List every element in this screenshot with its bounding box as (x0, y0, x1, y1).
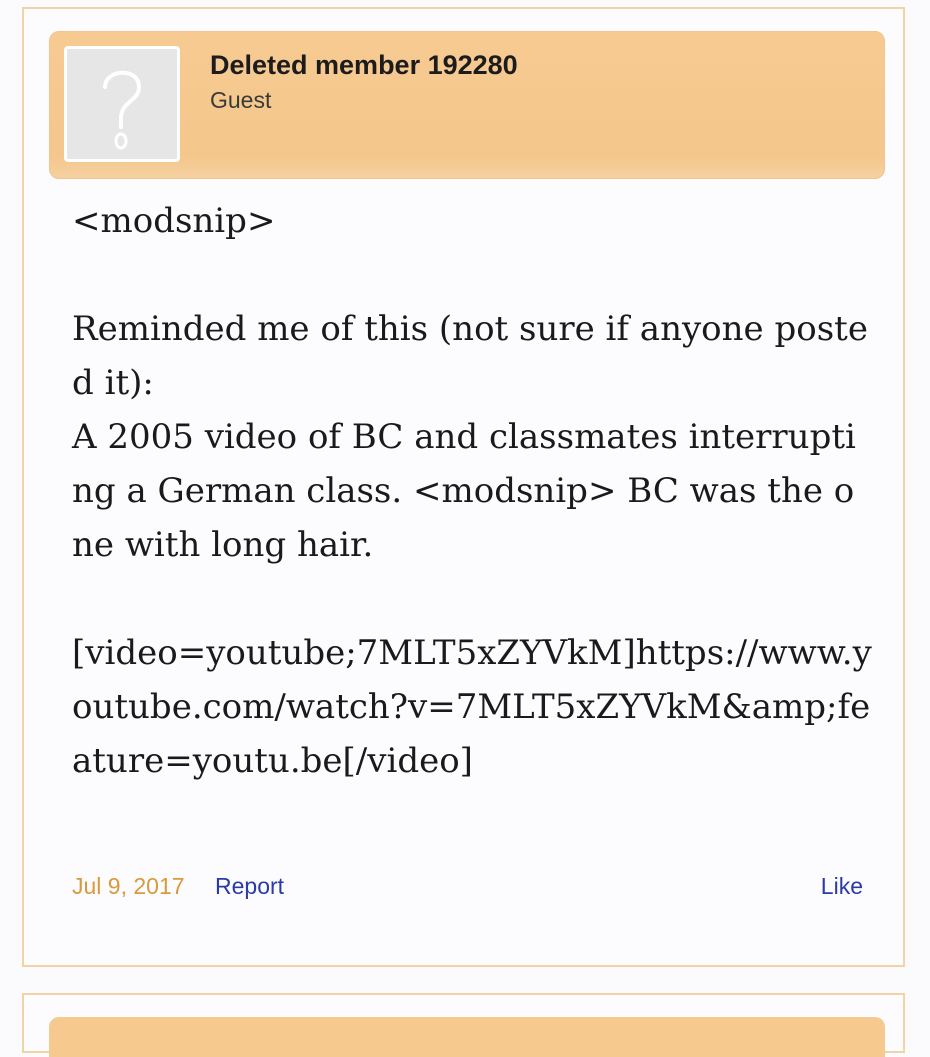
report-link[interactable]: Report (215, 873, 284, 900)
post-footer: Jul 9, 2017 Report Like (72, 873, 863, 903)
post-date[interactable]: Jul 9, 2017 (72, 873, 185, 900)
next-user-header (49, 1017, 885, 1057)
message-line: [video=youtube;7MLT5xZYVkM]https://www.y… (72, 633, 872, 781)
forum-post: Deleted member 192280 Guest <modsnip> Re… (22, 7, 905, 967)
question-mark-avatar-icon[interactable] (64, 46, 180, 162)
message-line: Reminded me of this (not sure if anyone … (72, 309, 868, 403)
like-link[interactable]: Like (821, 873, 863, 900)
author-name[interactable]: Deleted member 192280 (210, 50, 518, 81)
post-message: <modsnip> Reminded me of this (not sure … (72, 194, 872, 788)
message-line: <modsnip> (72, 201, 276, 241)
user-header: Deleted member 192280 Guest (49, 31, 885, 179)
author-title: Guest (210, 87, 272, 113)
next-forum-post (22, 993, 905, 1057)
message-line: A 2005 video of BC and classmates interr… (72, 417, 856, 565)
